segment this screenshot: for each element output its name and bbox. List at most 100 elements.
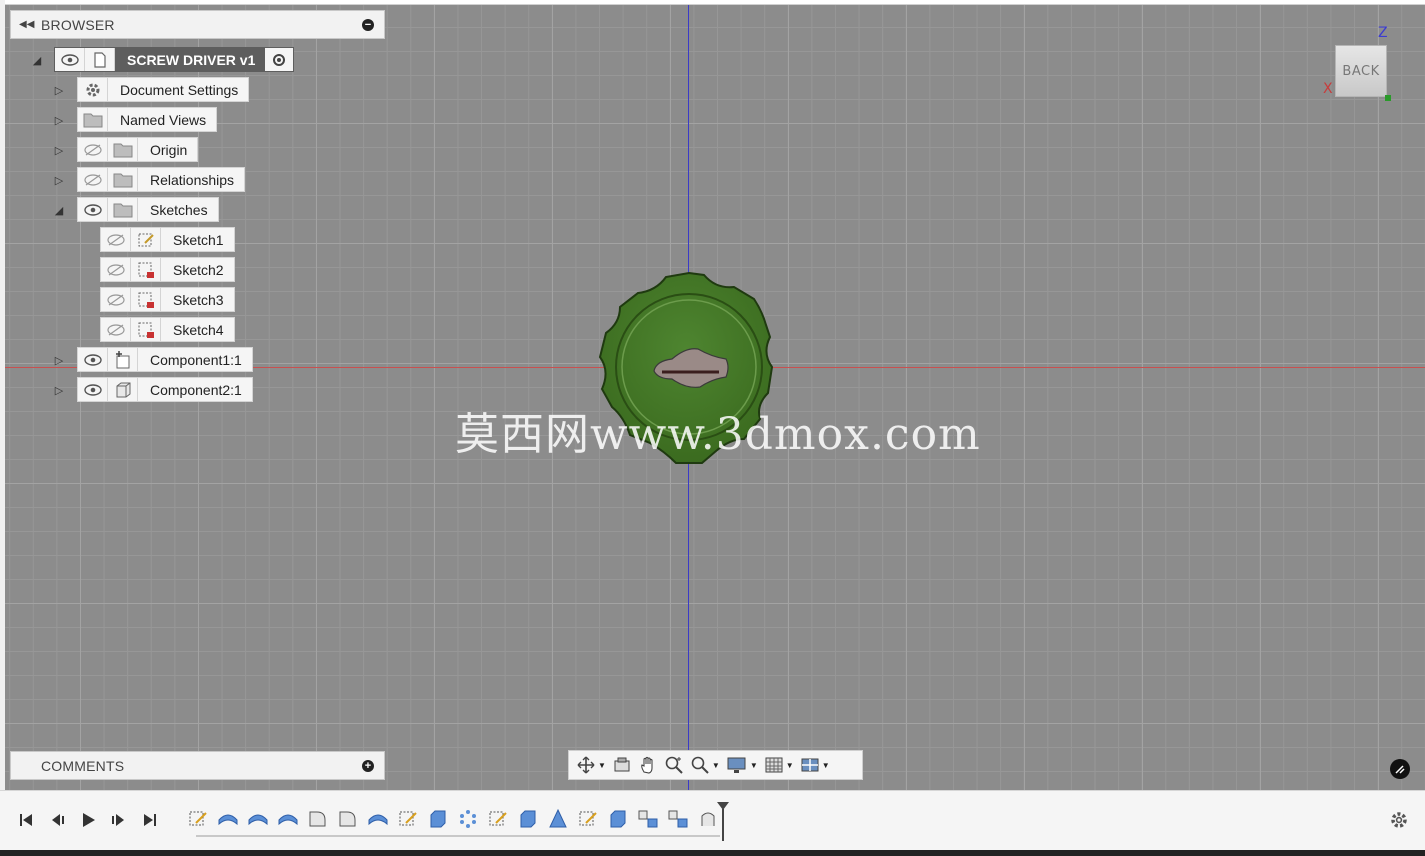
chevron-down-icon: ▼ <box>598 760 606 770</box>
eye-hidden-icon[interactable] <box>78 138 108 161</box>
folder-icon <box>108 168 138 191</box>
timeline-pattern-icon[interactable] <box>457 808 479 830</box>
expand-toggle[interactable]: ▷ <box>53 384 65 397</box>
sketch-icon <box>131 228 161 251</box>
tree-root-node[interactable]: SCREW DRIVER v1 <box>54 47 295 72</box>
folder-icon <box>108 198 138 221</box>
y-axis-indicator <box>1385 95 1391 101</box>
tree-item-origin[interactable]: Origin <box>77 137 199 162</box>
view-cube[interactable]: BACK <box>1335 45 1387 97</box>
gear-icon <box>1391 812 1407 828</box>
tree-item-label: Sketch4 <box>173 321 224 338</box>
component-icon <box>108 348 138 371</box>
play-button[interactable] <box>77 809 99 831</box>
tree-item-document-settings[interactable]: Document Settings <box>77 77 250 102</box>
timeline-component-icon[interactable] <box>637 808 659 830</box>
eye-hidden-icon[interactable] <box>101 228 131 251</box>
grid-settings-button[interactable]: ▼ <box>761 751 797 779</box>
timeline-draft-icon[interactable] <box>547 808 569 830</box>
tree-item-component1[interactable]: Component1:1 <box>77 347 253 372</box>
sketch-locked-icon <box>131 318 161 341</box>
collapse-panel-icon[interactable]: ◀◀ <box>19 19 41 30</box>
browser-title: BROWSER <box>41 16 115 33</box>
fit-button[interactable]: ▼ <box>687 751 723 779</box>
skip-start-icon <box>20 814 32 826</box>
timeline-extrude-icon[interactable] <box>607 808 629 830</box>
timeline-sketch-icon[interactable] <box>577 808 599 830</box>
skip-end-icon <box>144 814 156 826</box>
orbit-button[interactable]: ▼ <box>573 751 609 779</box>
timeline-sketch-icon[interactable] <box>487 808 509 830</box>
display-settings-button[interactable]: ▼ <box>723 751 761 779</box>
timeline-revolve-icon[interactable] <box>247 808 269 830</box>
look-at-button[interactable] <box>609 751 635 779</box>
go-to-start-button[interactable] <box>15 809 37 831</box>
timeline-component-icon[interactable] <box>667 808 689 830</box>
step-back-button[interactable] <box>47 809 69 831</box>
collapse-toggle[interactable]: ◢ <box>53 204 65 217</box>
eye-icon[interactable] <box>78 198 108 221</box>
comment-toggle-icon[interactable] <box>1390 759 1410 779</box>
view-cube-face[interactable]: BACK <box>1335 45 1387 97</box>
eye-hidden-icon[interactable] <box>101 318 131 341</box>
timeline-extrude-icon[interactable] <box>427 808 449 830</box>
tree-item-label: Sketch3 <box>173 291 224 308</box>
timeline-extrude-icon[interactable] <box>517 808 539 830</box>
tree-item-sketch2[interactable]: Sketch2 <box>100 257 235 282</box>
pan-button[interactable] <box>635 751 661 779</box>
zoom-button[interactable] <box>661 751 687 779</box>
expand-toggle[interactable]: ▷ <box>53 174 65 187</box>
chevron-down-icon: ▼ <box>711 760 720 770</box>
eye-icon[interactable] <box>78 348 108 371</box>
tree-item-named-views[interactable]: Named Views <box>77 107 218 132</box>
eye-hidden-icon[interactable] <box>101 258 131 281</box>
step-forward-button[interactable] <box>107 809 129 831</box>
eye-hidden-icon[interactable] <box>101 288 131 311</box>
timeline-track <box>196 835 720 837</box>
expand-root-toggle[interactable]: ◢ <box>31 54 43 67</box>
zoom-window-icon <box>691 756 709 774</box>
tree-item-relationships[interactable]: Relationships <box>77 167 246 192</box>
tree-item-label: Origin <box>150 141 188 158</box>
timeline-revolve-icon[interactable] <box>217 808 239 830</box>
folder-icon <box>78 108 108 131</box>
activate-radio-icon[interactable] <box>265 48 294 71</box>
expand-toggle[interactable]: ▷ <box>53 144 65 157</box>
zoom-icon <box>665 756 683 774</box>
add-comment-button[interactable]: + <box>362 759 374 772</box>
chevron-down-icon: ▼ <box>821 760 830 770</box>
document-icon <box>85 48 115 71</box>
tree-item-sketches[interactable]: Sketches <box>77 197 219 222</box>
tree-item-sketch1[interactable]: Sketch1 <box>100 227 235 252</box>
timeline-sketch-icon[interactable] <box>397 808 419 830</box>
browser-panel-header[interactable]: ◀◀ BROWSER − <box>10 10 385 39</box>
eye-hidden-icon[interactable] <box>78 168 108 191</box>
tree-item-sketch3[interactable]: Sketch3 <box>100 287 235 312</box>
z-axis-label: Z <box>1378 25 1388 41</box>
timeline-marker[interactable] <box>716 801 730 841</box>
timeline-bar <box>0 790 1425 850</box>
tree-item-component2[interactable]: Component2:1 <box>77 377 253 402</box>
expand-toggle[interactable]: ▷ <box>53 114 65 127</box>
eye-icon[interactable] <box>55 48 85 71</box>
eye-icon[interactable] <box>78 378 108 401</box>
grid-icon <box>765 757 783 773</box>
minimize-panel-button[interactable]: − <box>362 18 374 31</box>
expand-toggle[interactable]: ▷ <box>53 354 65 367</box>
timeline-sketch-icon[interactable] <box>187 808 209 830</box>
tree-item-label: Sketch2 <box>173 261 224 278</box>
expand-toggle[interactable]: ▷ <box>53 84 65 97</box>
timeline-revolve-icon[interactable] <box>367 808 389 830</box>
timeline-settings-button[interactable] <box>1388 809 1410 831</box>
play-icon <box>83 813 95 827</box>
timeline-fillet-icon[interactable] <box>337 808 359 830</box>
comments-panel-header[interactable]: COMMENTS + <box>10 751 385 780</box>
tree-root-label: SCREW DRIVER v1 <box>127 51 256 68</box>
tree-item-sketch4[interactable]: Sketch4 <box>100 317 235 342</box>
comments-title: COMMENTS <box>41 757 125 774</box>
chevron-down-icon: ▼ <box>785 760 794 770</box>
viewports-button[interactable]: ▼ <box>797 751 833 779</box>
go-to-end-button[interactable] <box>139 809 161 831</box>
timeline-fillet-icon[interactable] <box>307 808 329 830</box>
timeline-revolve-icon[interactable] <box>277 808 299 830</box>
